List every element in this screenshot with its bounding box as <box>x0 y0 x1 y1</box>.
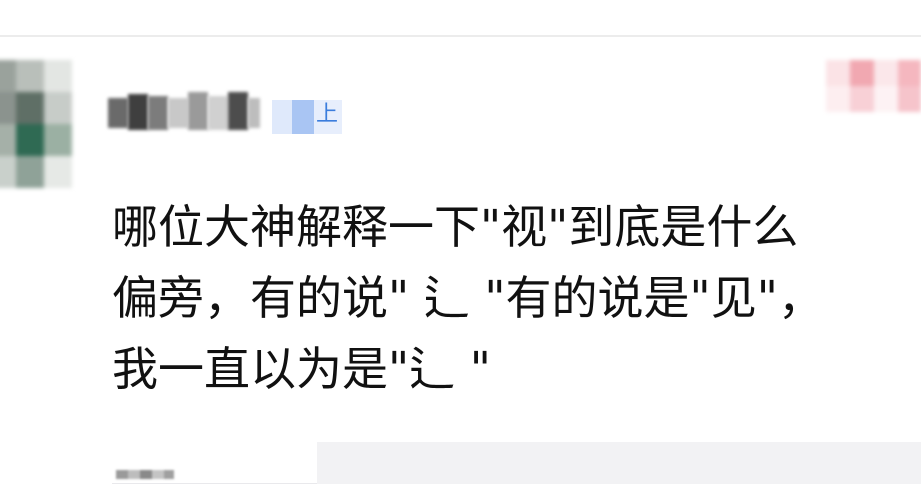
reply-preview-text <box>116 470 174 479</box>
post-content: 哪位大神解释一下"视"到底是什么 偏旁，有的说" ⻍ "有的说是"见"， 我一直以为… <box>112 192 912 405</box>
level-badge-text: 上 <box>316 102 339 127</box>
post-content-line: 我一直以为是"⻍ " <box>112 342 491 396</box>
user-avatar[interactable] <box>0 60 72 188</box>
top-right-action[interactable] <box>826 60 921 112</box>
level-badge: 上 <box>272 100 342 136</box>
top-divider <box>0 35 921 37</box>
post-content-line: 哪位大神解释一下"视"到底是什么 <box>112 200 799 254</box>
reply-preview-card[interactable] <box>112 442 921 484</box>
username[interactable] <box>108 88 260 134</box>
post-content-line: 偏旁，有的说" ⻍ "有的说是"见"， <box>112 271 824 325</box>
